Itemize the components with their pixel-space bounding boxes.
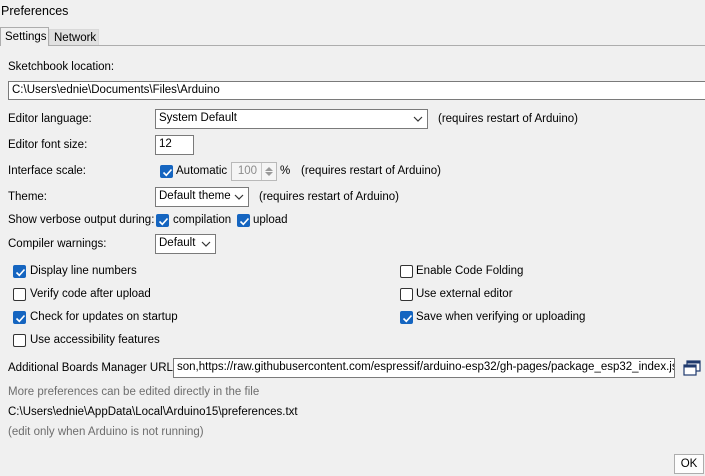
boards-urls-field[interactable]: son,https://raw.githubusercontent.com/es… — [173, 358, 675, 378]
boards-urls-label: Additional Boards Manager URLs: — [8, 362, 182, 374]
window-title: Preferences — [1, 4, 69, 18]
more-preferences-note: More preferences can be edited directly … — [8, 386, 260, 398]
tab-bar: Settings Network — [0, 27, 705, 46]
editor-language-note: (requires restart of Arduino) — [438, 113, 578, 125]
editor-font-size-field[interactable]: 12 — [155, 135, 194, 155]
sketchbook-label: Sketchbook location: — [8, 61, 115, 73]
verbose-compilation-label: compilation — [173, 214, 232, 226]
check-updates-checkbox[interactable] — [13, 311, 26, 324]
editor-language-select[interactable]: System Default — [155, 109, 428, 129]
check-icon — [162, 168, 173, 177]
check-icon — [239, 217, 250, 226]
spinner-down-icon[interactable] — [265, 172, 273, 176]
interface-scale-value: 100 — [237, 165, 257, 177]
chevron-down-icon — [234, 194, 244, 200]
chevron-down-icon — [413, 116, 423, 122]
save-when-verifying-checkbox[interactable] — [400, 311, 413, 324]
theme-value: Default theme — [159, 190, 231, 202]
check-updates-label: Check for updates on startup — [30, 311, 178, 323]
tab-settings[interactable]: Settings — [0, 27, 49, 46]
interface-scale-automatic-label: Automatic — [176, 165, 228, 177]
compiler-warnings-select[interactable]: Default — [155, 234, 216, 254]
enable-code-folding-checkbox[interactable] — [400, 265, 413, 278]
check-icon — [158, 217, 169, 226]
accessibility-checkbox[interactable] — [13, 334, 26, 347]
spinner-buttons[interactable] — [261, 163, 276, 180]
spinner-up-icon[interactable] — [265, 167, 273, 171]
editor-language-value: System Default — [159, 112, 237, 124]
external-editor-checkbox[interactable] — [400, 288, 413, 301]
check-icon — [15, 314, 26, 323]
interface-scale-unit: % — [280, 165, 291, 177]
edit-only-note: (edit only when Arduino is not running) — [8, 426, 204, 438]
verbose-upload-checkbox[interactable] — [237, 214, 250, 227]
enable-code-folding-label: Enable Code Folding — [416, 265, 524, 277]
check-icon — [15, 268, 26, 277]
display-line-numbers-label: Display line numbers — [30, 265, 137, 277]
button-bar — [0, 453, 705, 476]
verify-after-upload-checkbox[interactable] — [13, 288, 26, 301]
interface-scale-label: Interface scale: — [8, 165, 86, 177]
verbose-upload-label: upload — [253, 214, 288, 226]
interface-scale-automatic-checkbox[interactable] — [160, 165, 173, 178]
sketchbook-location-field[interactable]: C:\Users\ednie\Documents\Files\Arduino — [8, 81, 705, 100]
compiler-warnings-label: Compiler warnings: — [8, 238, 107, 250]
theme-note: (requires restart of Arduino) — [259, 191, 399, 203]
chevron-down-icon — [201, 241, 211, 247]
open-window-icon[interactable] — [683, 360, 701, 376]
interface-scale-spinner[interactable]: 100 — [231, 162, 277, 181]
check-icon — [402, 314, 413, 323]
editor-language-label: Editor language: — [8, 113, 92, 125]
interface-scale-note: (requires restart of Arduino) — [301, 165, 441, 177]
verbose-compilation-checkbox[interactable] — [156, 214, 169, 227]
save-when-verifying-label: Save when verifying or uploading — [416, 311, 586, 323]
ok-button[interactable]: OK — [674, 454, 704, 474]
tab-network[interactable]: Network — [49, 29, 99, 46]
compiler-warnings-value: Default — [159, 237, 196, 249]
display-line-numbers-checkbox[interactable] — [13, 265, 26, 278]
verbose-output-label: Show verbose output during: — [8, 214, 155, 226]
external-editor-label: Use external editor — [416, 288, 513, 300]
editor-font-size-label: Editor font size: — [8, 139, 88, 151]
accessibility-label: Use accessibility features — [30, 334, 160, 346]
theme-select[interactable]: Default theme — [155, 187, 249, 207]
verify-after-upload-label: Verify code after upload — [30, 288, 151, 300]
preferences-file-path[interactable]: C:\Users\ednie\AppData\Local\Arduino15\p… — [8, 406, 298, 418]
theme-label: Theme: — [8, 191, 47, 203]
